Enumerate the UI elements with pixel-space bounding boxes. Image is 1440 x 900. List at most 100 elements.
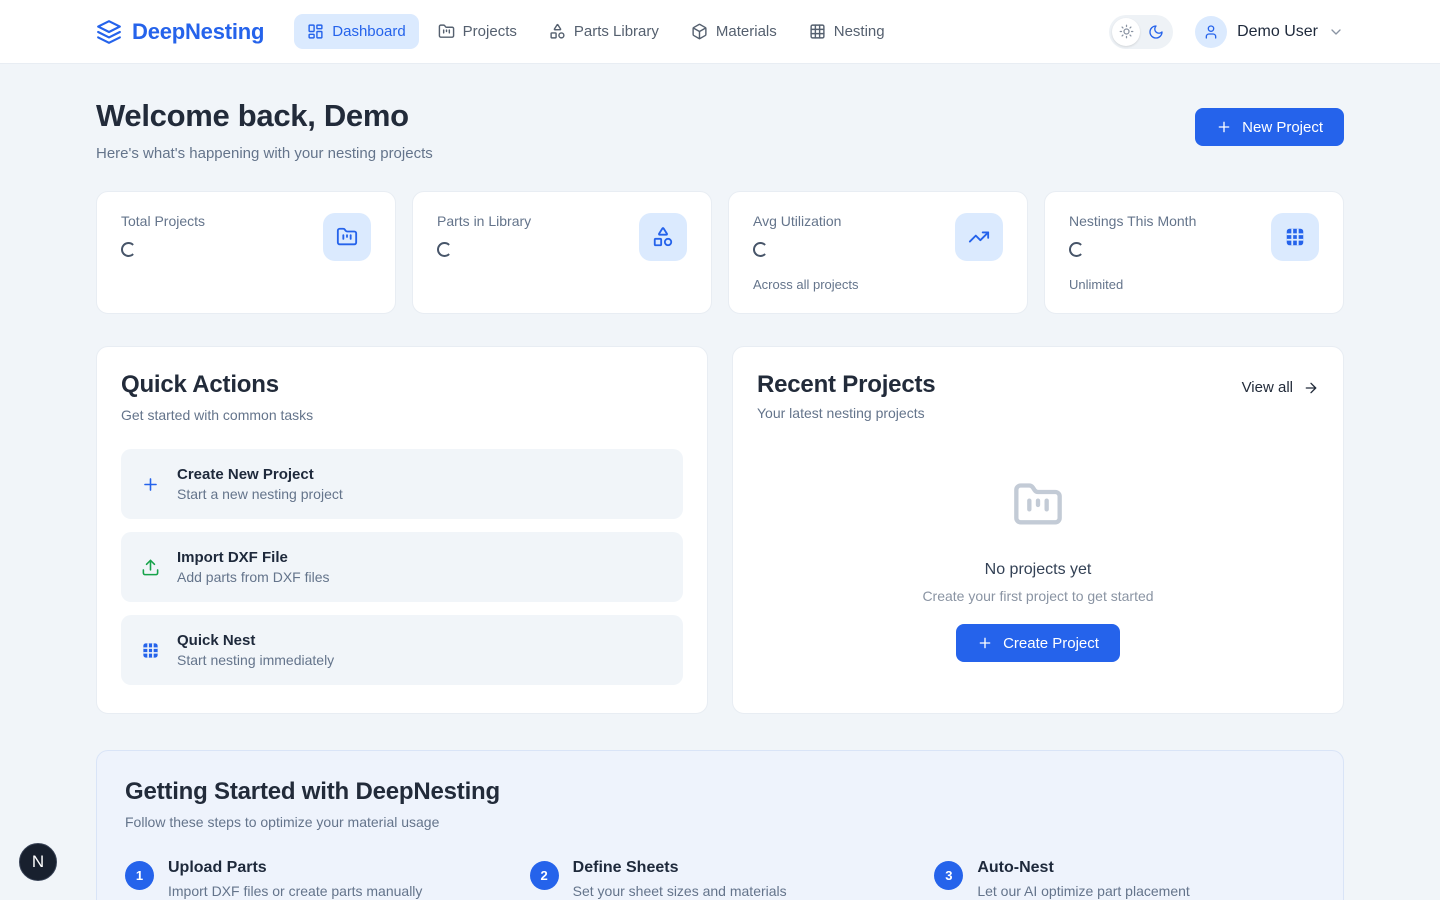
step-title: Define Sheets [573,859,787,877]
step-number-badge: 2 [530,861,559,890]
stat-title: Parts in Library [437,213,531,229]
quick-actions-panel: Quick Actions Get started with common ta… [96,346,708,714]
upload-icon [141,558,160,577]
step-title: Auto-Nest [977,859,1189,877]
welcome-section: Welcome back, Demo Here's what's happeni… [96,98,1344,162]
dashboard-icon [307,23,324,40]
main-content: Welcome back, Demo Here's what's happeni… [0,64,1440,900]
shapes-icon [639,213,687,261]
plus-icon [977,635,993,651]
step-description: Set your sheet sizes and materials [573,883,787,899]
nav-item-parts-library[interactable]: Parts Library [536,14,672,49]
getting-started-title: Getting Started with DeepNesting [125,778,1315,806]
stat-card-total-projects: Total Projects [96,191,396,314]
sun-icon [1119,24,1134,39]
layers-icon [96,19,122,45]
nav-label: Nesting [834,23,885,40]
step-define-sheets: 2 Define Sheets Set your sheet sizes and… [530,859,911,899]
view-all-link[interactable]: View all [1242,379,1319,396]
dark-theme-button[interactable] [1142,18,1170,46]
package-icon [691,23,708,40]
stat-title: Nestings This Month [1069,213,1196,229]
quick-action-create-project[interactable]: Create New Project Start a new nesting p… [121,449,683,519]
quick-action-subtitle: Add parts from DXF files [177,569,330,585]
nav-label: Dashboard [332,23,405,40]
quick-action-quick-nest[interactable]: Quick Nest Start nesting immediately [121,615,683,685]
folder-icon [438,23,455,40]
stat-card-parts-in-library: Parts in Library [412,191,712,314]
chevron-down-icon [1328,24,1344,40]
quick-actions-title: Quick Actions [121,371,683,399]
getting-started-steps: 1 Upload Parts Import DXF files or creat… [125,859,1315,899]
page-title: Welcome back, Demo [96,98,433,134]
quick-action-title: Quick Nest [177,632,334,649]
step-description: Let our AI optimize part placement [977,883,1189,899]
recent-projects-subtitle: Your latest nesting projects [757,405,935,421]
stat-note: Across all projects [753,277,858,292]
user-icon [1203,24,1219,40]
empty-state-subtitle: Create your first project to get started [922,588,1153,604]
step-title: Upload Parts [168,859,422,877]
nav-item-nesting[interactable]: Nesting [796,14,898,49]
nextjs-dev-badge[interactable]: N [19,843,57,881]
panels-row: Quick Actions Get started with common ta… [96,346,1344,714]
empty-state-title: No projects yet [985,561,1092,579]
empty-state: No projects yet Create your first projec… [757,479,1319,662]
folder-icon [1012,479,1064,531]
loading-spinner [1069,242,1084,257]
user-name: Demo User [1237,23,1318,41]
create-project-button[interactable]: Create Project [956,624,1120,662]
brand-logo[interactable]: DeepNesting [96,19,264,45]
loading-spinner [437,242,452,257]
user-menu[interactable]: Demo User [1195,16,1344,48]
quick-actions-subtitle: Get started with common tasks [121,407,683,423]
stats-grid: Total Projects Parts in Library Avg Util… [96,191,1344,314]
stat-card-nestings-this-month: Nestings This Month Unlimited [1044,191,1344,314]
loading-spinner [753,242,768,257]
new-project-button[interactable]: New Project [1195,108,1344,146]
shapes-icon [549,23,566,40]
loading-spinner [121,242,136,257]
folder-kanban-icon [323,213,371,261]
step-description: Import DXF files or create parts manuall… [168,883,422,899]
nav-item-materials[interactable]: Materials [678,14,790,49]
grid-icon [809,23,826,40]
recent-projects-panel: Recent Projects Your latest nesting proj… [732,346,1344,714]
grid-icon [1271,213,1319,261]
nav-label: Materials [716,23,777,40]
getting-started-subtitle: Follow these steps to optimize your mate… [125,814,1315,830]
recent-projects-title: Recent Projects [757,371,935,399]
page-subtitle: Here's what's happening with your nestin… [96,145,433,162]
step-auto-nest: 3 Auto-Nest Let our AI optimize part pla… [934,859,1315,899]
step-number-badge: 1 [125,861,154,890]
trending-up-icon [955,213,1003,261]
stat-note: Unlimited [1069,277,1196,292]
nav-item-dashboard[interactable]: Dashboard [294,14,418,49]
quick-action-title: Import DXF File [177,549,330,566]
step-number-badge: 3 [934,861,963,890]
quick-action-import-dxf[interactable]: Import DXF File Add parts from DXF files [121,532,683,602]
create-project-label: Create Project [1003,635,1099,652]
quick-action-subtitle: Start nesting immediately [177,652,334,668]
quick-actions-list: Create New Project Start a new nesting p… [121,449,683,685]
quick-action-title: Create New Project [177,466,343,483]
main-nav: Dashboard Projects Parts Library Materia… [294,14,897,49]
top-navbar: DeepNesting Dashboard Projects Parts Lib… [0,0,1440,64]
view-all-label: View all [1242,379,1293,396]
plus-icon [1216,119,1232,135]
nav-label: Projects [463,23,517,40]
arrow-right-icon [1303,380,1319,396]
brand-name: DeepNesting [132,19,264,45]
light-theme-button[interactable] [1112,18,1140,46]
quick-action-subtitle: Start a new nesting project [177,486,343,502]
stat-title: Avg Utilization [753,213,858,229]
step-upload-parts: 1 Upload Parts Import DXF files or creat… [125,859,506,899]
stat-title: Total Projects [121,213,205,229]
plus-icon [141,475,160,494]
avatar [1195,16,1227,48]
nav-item-projects[interactable]: Projects [425,14,530,49]
theme-toggle [1109,15,1173,49]
getting-started-panel: Getting Started with DeepNesting Follow … [96,750,1344,900]
new-project-label: New Project [1242,119,1323,136]
grid-icon [141,641,160,660]
